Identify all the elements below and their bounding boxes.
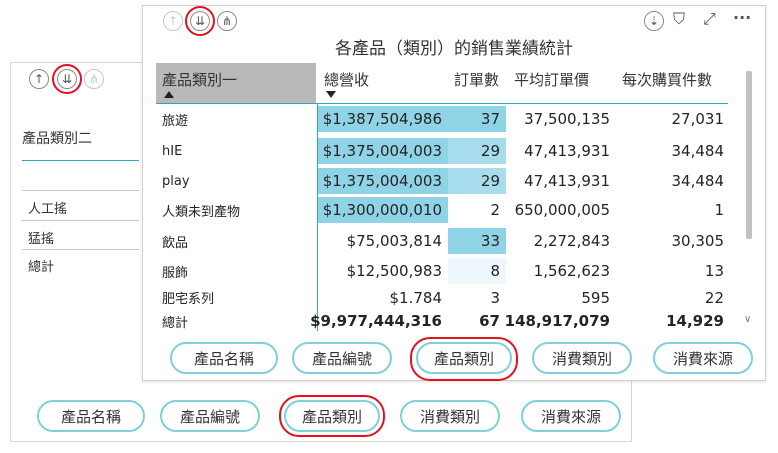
row-avg-order: 1,562,623 (533, 262, 610, 280)
column-header-avg-order[interactable]: 平均訂單價 (508, 63, 616, 103)
header-label: 訂單數 (454, 71, 500, 89)
row-avg-order: 595 (581, 289, 610, 307)
drill-up-icon[interactable]: ↑ (29, 69, 49, 89)
row-category[interactable]: 服飾 (156, 258, 316, 284)
sort-descending-icon (326, 91, 336, 98)
row-avg-order: 47,413,931 (524, 172, 610, 190)
row-revenue: $1,387,504,986 (318, 106, 448, 132)
table-scrollbar[interactable]: ∨ (744, 63, 754, 325)
row-items: 34,484 (671, 172, 725, 190)
total-revenue: $9,977,444,316 (310, 312, 442, 330)
button-product-id[interactable]: 產品編號 (292, 342, 392, 374)
chart-title: 各產品（類別）的銷售業績統計 (335, 39, 573, 59)
total-orders: 67 (479, 312, 500, 330)
row-orders: 29 (448, 168, 506, 194)
button-product-name[interactable]: 產品名稱 (170, 342, 278, 374)
slicer-item[interactable]: 猛搖 (28, 228, 54, 247)
column-header-orders[interactable]: 訂單數 (448, 63, 506, 103)
row-items: 22 (704, 289, 724, 307)
row-category[interactable]: 肥宅系列 (156, 287, 316, 307)
sort-ascending-icon (164, 91, 174, 98)
row-revenue: $1,300,000,010 (318, 197, 448, 223)
expand-hierarchy-icon: ⋔ (84, 69, 104, 89)
total-items: 14,929 (666, 312, 724, 330)
total-label: 總計 (162, 315, 189, 331)
row-revenue: $12,500,983 (346, 262, 442, 280)
header-label: 每次購買件數 (622, 71, 713, 89)
row-category[interactable]: 人類未到產物 (156, 197, 316, 223)
row-revenue: $1,375,004,003 (318, 138, 448, 164)
row-revenue: $75,003,814 (346, 232, 442, 250)
button-consumption-category[interactable]: 消費類別 (400, 400, 500, 432)
row-items: 34,484 (671, 142, 725, 160)
scroll-down-icon[interactable]: ∨ (744, 314, 751, 325)
slicer-divider (22, 160, 139, 161)
category-button-highlight-ring (279, 395, 385, 437)
slicer-item[interactable]: 人工搖 (28, 198, 67, 217)
scrollbar-thumb[interactable] (746, 71, 752, 239)
drill-down-highlight-ring (185, 6, 215, 36)
row-avg-order: 47,413,931 (524, 142, 610, 160)
filter-icon[interactable]: ⛉ (673, 9, 685, 29)
button-consumption-category[interactable]: 消費類別 (532, 342, 632, 374)
row-category[interactable]: play (156, 168, 316, 194)
drill-up-icon: ↑ (163, 11, 183, 31)
column-header-category[interactable]: 產品類別一 (156, 63, 316, 103)
row-category[interactable]: 旅遊 (156, 106, 316, 132)
column-header-revenue[interactable]: 總營收 (318, 63, 448, 103)
column-header-items-per-purchase[interactable]: 每次購買件數 (616, 63, 730, 103)
total-avg-order: 148,917,079 (504, 312, 610, 330)
expand-hierarchy-icon[interactable]: ⋔ (217, 11, 237, 31)
row-revenue: $1.784 (389, 289, 443, 307)
slicer-divider (22, 220, 139, 221)
row-category[interactable]: hIE (156, 138, 316, 164)
slicer-title: 產品類別二 (22, 131, 92, 147)
header-label: 總營收 (324, 71, 370, 89)
header-label: 產品類別一 (162, 71, 238, 89)
row-avg-order: 37,500,135 (524, 110, 610, 128)
button-product-id[interactable]: 產品編號 (160, 400, 260, 432)
row-category[interactable]: 飲品 (156, 228, 316, 254)
slicer-divider (22, 249, 139, 250)
focus-mode-icon[interactable]: ⤢ (703, 9, 716, 29)
header-label: 平均訂單價 (514, 71, 590, 89)
row-items: 30,305 (671, 232, 725, 250)
header-divider (156, 103, 728, 104)
row-items: 1 (714, 201, 724, 219)
row-items: 13 (704, 262, 724, 280)
drill-down-highlight-ring (52, 64, 82, 94)
drill-mode-icon[interactable]: ⇣ (644, 11, 664, 31)
slicer-total: 總計 (28, 260, 55, 275)
more-options-icon[interactable]: ··· (733, 8, 751, 27)
row-orders: 3 (490, 289, 500, 307)
row-revenue: $1,375,004,003 (318, 168, 448, 194)
row-avg-order: 650,000,005 (514, 201, 610, 219)
row-items: 27,031 (671, 110, 725, 128)
row-orders: 37 (448, 106, 506, 132)
row-avg-order: 2,272,843 (533, 232, 610, 250)
button-product-name[interactable]: 產品名稱 (37, 400, 145, 432)
row-orders: 29 (448, 138, 506, 164)
slicer-divider (22, 190, 139, 191)
row-orders: 33 (448, 228, 506, 254)
row-orders: 2 (490, 201, 500, 219)
button-consumption-source[interactable]: 消費來源 (521, 400, 621, 432)
button-consumption-source[interactable]: 消費來源 (653, 342, 753, 374)
row-orders: 8 (448, 258, 506, 284)
category-button-highlight-ring (410, 337, 518, 381)
